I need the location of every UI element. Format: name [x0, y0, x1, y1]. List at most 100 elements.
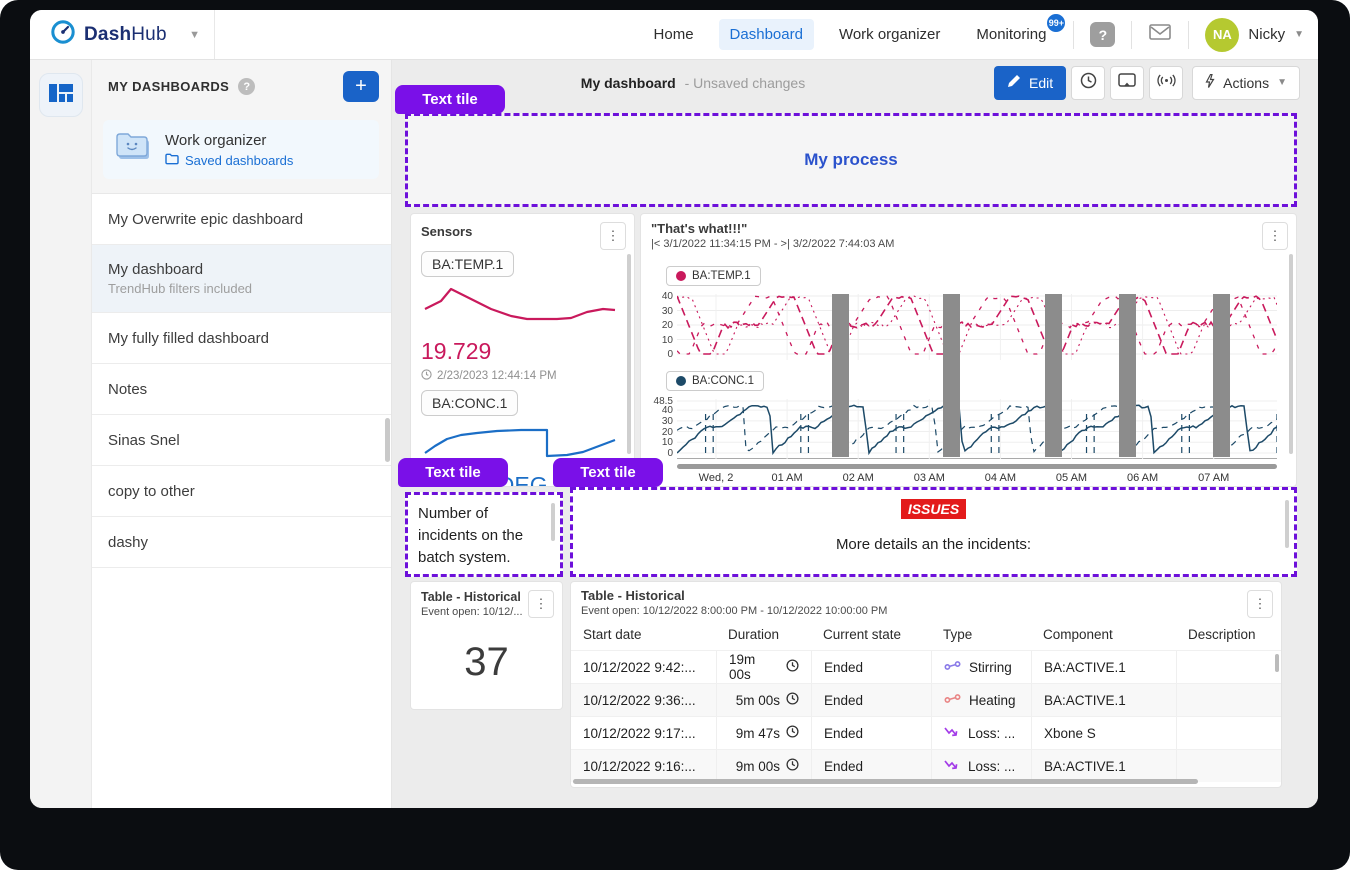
- temp-value: 19.729: [421, 338, 624, 365]
- legend-label: BA:CONC.1: [692, 375, 754, 387]
- text-tile-badge: Text tile: [398, 458, 508, 487]
- clock-icon: [1080, 72, 1097, 94]
- brand-bold: Dash: [84, 24, 131, 45]
- note-scrollbar[interactable]: [551, 503, 555, 541]
- series-chip[interactable]: BA:CONC.1: [421, 390, 518, 416]
- y-tick-label: 10: [643, 437, 673, 448]
- clock-icon: [421, 369, 432, 383]
- dashboards-panel-toggle-button[interactable]: [39, 73, 83, 117]
- column-header-description[interactable]: Description: [1176, 619, 1281, 650]
- nav-item-work-organizer[interactable]: Work organizer: [828, 19, 951, 50]
- cell-component: BA:ACTIVE.1: [1031, 750, 1176, 782]
- sidebar-item-copy-to-other[interactable]: copy to other: [92, 466, 391, 517]
- x-tick-label: 07 AM: [1187, 472, 1241, 484]
- kebab-menu-button[interactable]: ⋮: [528, 590, 554, 618]
- present-button[interactable]: [1110, 66, 1144, 100]
- sidebar-item-dashy[interactable]: dashy: [92, 517, 391, 568]
- sidebar-item-label: copy to other: [108, 483, 375, 500]
- note-scrollbar[interactable]: [1285, 500, 1289, 548]
- saved-dashboards-link[interactable]: Saved dashboards: [165, 153, 293, 168]
- clock-icon: [786, 725, 799, 741]
- edit-button[interactable]: Edit: [994, 66, 1066, 100]
- monitor-icon: [1118, 73, 1136, 93]
- sensors-tile[interactable]: Sensors ⋮ BA:TEMP.1 19.729 2/23/2023 12:…: [410, 213, 635, 487]
- nav-item-label: Dashboard: [730, 26, 803, 43]
- legend-chip-temp[interactable]: BA:TEMP.1: [666, 266, 761, 286]
- count-value: 37: [421, 640, 552, 685]
- dashboard-header: My dashboard - Unsaved changes Edit: [392, 60, 1318, 105]
- process-text-tile[interactable]: My process: [405, 113, 1297, 207]
- nav-item-dashboard[interactable]: Dashboard: [719, 19, 814, 50]
- sidebar-item-my-dashboard[interactable]: My dashboardTrendHub filters included: [92, 245, 391, 313]
- page-title: My dashboard: [581, 75, 676, 91]
- kebab-menu-button[interactable]: ⋮: [600, 222, 626, 250]
- column-header-start-date[interactable]: Start date: [571, 619, 716, 650]
- table-row[interactable]: 10/12/2022 9:16:...9m 00sEndedLoss: ...B…: [571, 749, 1281, 782]
- temp-timestamp-row: 2/23/2023 12:44:14 PM: [421, 369, 624, 383]
- column-header-component[interactable]: Component: [1031, 619, 1176, 650]
- sidebar-item-my-overwrite-epic-dashboard[interactable]: My Overwrite epic dashboard: [92, 194, 391, 245]
- nav-item-home[interactable]: Home: [643, 19, 705, 50]
- x-tick-label: 02 AM: [831, 472, 885, 484]
- work-organizer-card[interactable]: Work organizer Saved dashboards: [103, 120, 379, 179]
- table-row[interactable]: 10/12/2022 9:17:...9m 47sEndedLoss: ...X…: [571, 716, 1281, 749]
- table-title: Table - Historical: [581, 588, 887, 603]
- issues-note-tile[interactable]: ISSUES More details an the incidents:: [570, 487, 1297, 577]
- mail-button[interactable]: [1148, 22, 1172, 47]
- brand-chevron-down-icon[interactable]: ▼: [189, 29, 200, 41]
- separator: [1073, 21, 1074, 49]
- edit-label: Edit: [1029, 75, 1053, 91]
- zigzag-icon: [944, 725, 960, 741]
- add-dashboard-button[interactable]: +: [343, 71, 379, 102]
- sidebar-item-sinas-snel[interactable]: Sinas Snel: [92, 415, 391, 466]
- column-header-type[interactable]: Type: [931, 619, 1031, 650]
- series-chip[interactable]: BA:TEMP.1: [421, 251, 514, 277]
- legend-dot: [676, 271, 686, 281]
- temp-plot: [677, 294, 1277, 360]
- table-h-scrollbar[interactable]: [573, 779, 1198, 784]
- kebab-menu-button[interactable]: ⋮: [1262, 222, 1288, 250]
- legend-chip-conc[interactable]: BA:CONC.1: [666, 371, 764, 391]
- history-button[interactable]: [1071, 66, 1105, 100]
- user-menu[interactable]: NA Nicky ▼: [1205, 18, 1304, 52]
- folder-glyph-icon: [165, 153, 179, 168]
- cell-start-date: 10/12/2022 9:36:...: [571, 684, 716, 716]
- kebab-icon: ⋮: [535, 596, 548, 612]
- cell-current-state: Ended: [811, 651, 931, 683]
- cell-component: Xbone S: [1031, 717, 1176, 749]
- trend-tile[interactable]: "That's what!!!" |< 3/1/2022 11:34:15 PM…: [640, 213, 1297, 487]
- nav-item-monitoring[interactable]: Monitoring99+: [965, 19, 1057, 50]
- table-row[interactable]: 10/12/2022 9:42:...19m 00sEndedStirringB…: [571, 650, 1281, 683]
- help-button[interactable]: ?: [1090, 22, 1115, 47]
- incidents-note-tile[interactable]: Number of incidents on the batch system.: [405, 492, 563, 577]
- brand-name: DashHub: [84, 24, 167, 46]
- event-band: [1119, 294, 1136, 457]
- actions-label: Actions: [1223, 75, 1269, 91]
- duration-value: 19m 00s: [729, 652, 780, 682]
- table-tile[interactable]: Table - Historical Event open: 10/12/202…: [570, 581, 1282, 788]
- sidebar-item-notes[interactable]: Notes: [92, 364, 391, 415]
- broadcast-button[interactable]: [1149, 66, 1183, 100]
- column-header-current-state[interactable]: Current state: [811, 619, 931, 650]
- cell-current-state: Ended: [811, 717, 931, 749]
- sidebar-help-icon[interactable]: ?: [238, 78, 255, 95]
- table-row[interactable]: 10/12/2022 9:36:...5m 00sEndedHeatingBA:…: [571, 683, 1281, 716]
- brand-section[interactable]: DashHub ▼: [30, 10, 215, 59]
- trend-scrollbar[interactable]: [1289, 254, 1293, 454]
- issues-text: More details an the incidents:: [836, 534, 1031, 556]
- cell-type: Stirring: [931, 651, 1031, 683]
- actions-button[interactable]: Actions ▼: [1192, 66, 1300, 100]
- table-v-scrollbar[interactable]: [1275, 654, 1279, 672]
- kebab-menu-button[interactable]: ⋮: [1247, 590, 1273, 618]
- trend-h-scrollbar[interactable]: [677, 464, 1277, 469]
- zigzag-icon: [944, 758, 960, 774]
- cell-duration: 9m 47s: [716, 717, 811, 749]
- column-header-duration[interactable]: Duration: [716, 619, 811, 650]
- sensors-scrollbar[interactable]: [627, 254, 631, 454]
- event-band: [1213, 294, 1230, 457]
- screen-background: DashHub ▼ Home Dashboard Work organizer Mon…: [0, 0, 1350, 870]
- count-tile[interactable]: Table - Historical Event open: 10/12/...…: [410, 581, 563, 710]
- event-band: [832, 294, 849, 457]
- sidebar-scrollbar[interactable]: [385, 418, 390, 462]
- sidebar-item-my-fully-filled-dashboard[interactable]: My fully filled dashboard: [92, 313, 391, 364]
